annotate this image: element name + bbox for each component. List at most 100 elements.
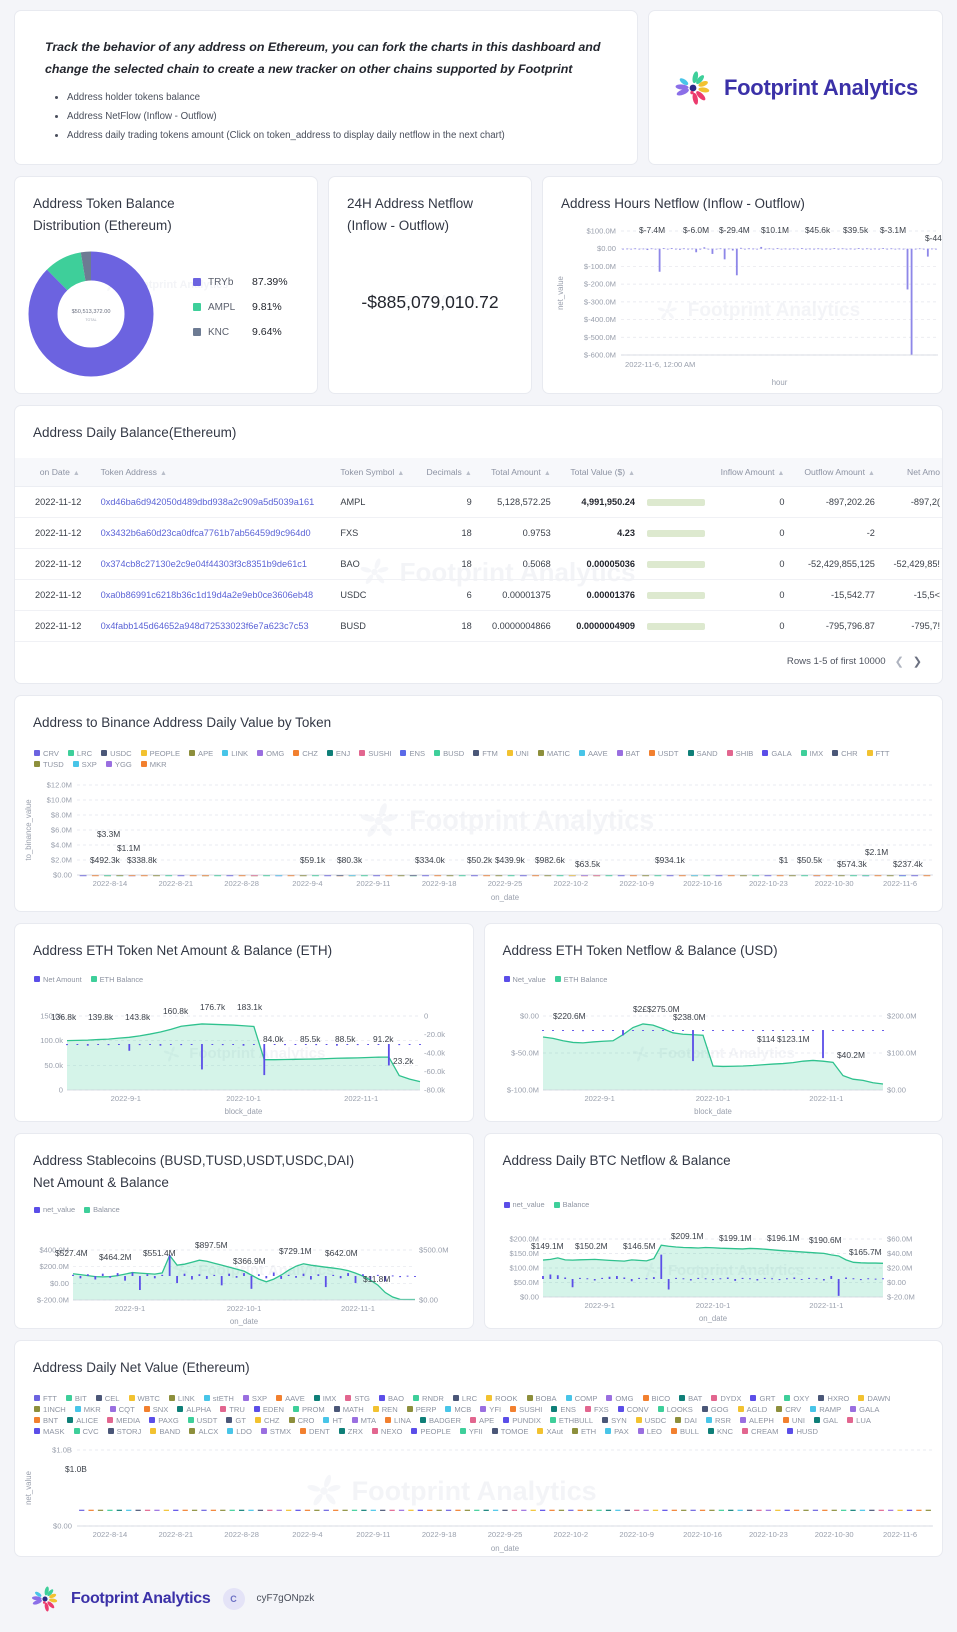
legend-item-imx[interactable]: IMX — [801, 749, 824, 758]
legend-item-cqt[interactable]: CQT — [110, 1405, 135, 1414]
th-token-symbol[interactable]: Token Symbol▲ — [332, 458, 415, 487]
legend-item-hxro[interactable]: HXRO — [818, 1394, 849, 1403]
legend-item-snx[interactable]: SNX — [144, 1405, 169, 1414]
token-address-link[interactable]: 0xa0b86991c6218b36c1d19d4a2e9eb0ce3606eb… — [93, 580, 333, 611]
th-total-amount[interactable]: Total Amount▲ — [480, 458, 559, 487]
legend-item-band[interactable]: BAND — [150, 1427, 180, 1436]
legend-item-bat[interactable]: BAT — [617, 749, 640, 758]
legend-item-ethbull[interactable]: ETHBULL — [550, 1416, 593, 1425]
legend-item-uni[interactable]: UNI — [507, 749, 529, 758]
legend-item-lrc[interactable]: LRC — [68, 749, 92, 758]
legend-item-tomoe[interactable]: TOMOE — [492, 1427, 529, 1436]
legend-item-badger[interactable]: BADGER — [420, 1416, 461, 1425]
avatar[interactable]: C — [223, 1588, 245, 1610]
legend-item-sxp[interactable]: SXP — [243, 1394, 267, 1403]
footer-logo[interactable]: Footprint Analytics — [30, 1584, 211, 1614]
legend-item-net_value[interactable]: net_value — [504, 1200, 545, 1209]
legend-item-paxg[interactable]: PAXG — [149, 1416, 179, 1425]
th-net-amount[interactable]: Net Amo — [883, 458, 942, 487]
legend-item-fxs[interactable]: FXS — [585, 1405, 609, 1414]
legend-item-ldo[interactable]: LDO — [227, 1427, 252, 1436]
legend-item-bit[interactable]: BIT — [66, 1394, 87, 1403]
legend-item-ens[interactable]: ENS — [400, 749, 425, 758]
legend-item-stmx[interactable]: STMX — [261, 1427, 291, 1436]
table-row[interactable]: 2022-11-120x374cb8c27130e2c9e04f44303f3c… — [15, 549, 942, 580]
legend-item-usdt[interactable]: USDT — [649, 749, 679, 758]
table-row[interactable]: 2022-11-120x4fabb145d64652a948d72533023f… — [15, 611, 942, 642]
legend-item-xaut[interactable]: XAut — [537, 1427, 562, 1436]
legend-item-eth[interactable]: ETH — [572, 1427, 596, 1436]
legend-item-balance[interactable]: Balance — [84, 1205, 120, 1214]
legend-item-lina[interactable]: LINA — [385, 1416, 411, 1425]
token-address-link[interactable]: 0x374cb8c27130e2c9e04f44303f3c8351b9de61… — [93, 549, 333, 580]
legend-item-husd[interactable]: HUSD — [787, 1427, 818, 1436]
token-address-link[interactable]: 0x4fabb145d64652a948d72533023f6e7a623c7c… — [93, 611, 333, 642]
legend-item-crv[interactable]: CRV — [34, 749, 59, 758]
legend-item-ampl[interactable]: AMPL 9.81% — [193, 301, 288, 313]
prev-page-button[interactable]: ❮ — [895, 655, 904, 668]
legend-item-alcx[interactable]: ALCX — [189, 1427, 218, 1436]
legend-item-yfi[interactable]: YFI — [480, 1405, 501, 1414]
legend-item-ape[interactable]: APE — [189, 749, 213, 758]
token-address-link[interactable]: 0xd46ba6d942050d489dbd938a2c909a5d5039a1… — [93, 487, 333, 518]
legend-item-boba[interactable]: BOBA — [527, 1394, 557, 1403]
legend-item-rsr[interactable]: RSR — [706, 1416, 731, 1425]
legend-item-alpha[interactable]: ALPHA — [177, 1405, 211, 1414]
th-total-value[interactable]: Total Value ($)▲ — [559, 458, 643, 487]
legend-item-omg[interactable]: OMG — [257, 749, 284, 758]
legend-item-people[interactable]: PEOPLE — [411, 1427, 450, 1436]
table-row[interactable]: 2022-11-120xd46ba6d942050d489dbd938a2c90… — [15, 487, 942, 518]
legend-item-usdc[interactable]: USDC — [636, 1416, 667, 1425]
legend-item-omg[interactable]: OMG — [606, 1394, 633, 1403]
legend-item-chr[interactable]: CHR — [832, 749, 857, 758]
legend-item-rndr[interactable]: RNDR — [413, 1394, 444, 1403]
legend-item-gt[interactable]: GT — [226, 1416, 246, 1425]
legend-item-gal[interactable]: GAL — [814, 1416, 838, 1425]
legend-item-mkr[interactable]: MKR — [75, 1405, 101, 1414]
legend-item-chz[interactable]: CHZ — [255, 1416, 280, 1425]
legend-item-cel[interactable]: CEL — [96, 1394, 120, 1403]
legend-item-ren[interactable]: REN — [373, 1405, 398, 1414]
legend-item-bull[interactable]: BULL — [671, 1427, 699, 1436]
legend-item-ftm[interactable]: FTM — [473, 749, 498, 758]
legend-item-eden[interactable]: EDEN — [254, 1405, 284, 1414]
legend-item-ens[interactable]: ENS — [551, 1405, 576, 1414]
legend-item-storj[interactable]: STORJ — [108, 1427, 142, 1436]
legend-item-pax[interactable]: PAX — [605, 1427, 629, 1436]
th-decimals[interactable]: Decimals▲ — [416, 458, 480, 487]
legend-item-stg[interactable]: STG — [345, 1394, 370, 1403]
legend-item-looks[interactable]: LOOKS — [658, 1405, 693, 1414]
legend-item-perp[interactable]: PERP — [407, 1405, 437, 1414]
legend-item-sushi[interactable]: SUSHI — [359, 749, 391, 758]
legend-item-bnt[interactable]: BNT — [34, 1416, 58, 1425]
legend-item-link[interactable]: LINK — [169, 1394, 195, 1403]
legend-item-enj[interactable]: ENJ — [327, 749, 350, 758]
next-page-button[interactable]: ❯ — [913, 655, 922, 668]
legend-item-usdc[interactable]: USDC — [101, 749, 132, 758]
legend-item-sxp[interactable]: SXP — [73, 760, 97, 769]
legend-item-media[interactable]: MEDIA — [107, 1416, 140, 1425]
legend-item-pundix[interactable]: PUNDIX — [503, 1416, 541, 1425]
legend-item-net_value[interactable]: net_value — [34, 1205, 75, 1214]
legend-item-cream[interactable]: CREAM — [742, 1427, 778, 1436]
legend-item-chz[interactable]: CHZ — [293, 749, 318, 758]
legend-item-dydx[interactable]: DYDX — [711, 1394, 741, 1403]
legend-item-wbtc[interactable]: WBTC — [129, 1394, 160, 1403]
legend-item-comp[interactable]: COMP — [566, 1394, 598, 1403]
legend-item-dent[interactable]: DENT — [300, 1427, 330, 1436]
legend-item-ramp[interactable]: RAMP — [810, 1405, 841, 1414]
legend-item-link[interactable]: LINK — [222, 749, 248, 758]
legend-item-sand[interactable]: SAND — [688, 749, 718, 758]
legend-item-ape[interactable]: APE — [470, 1416, 494, 1425]
legend-item-dawn[interactable]: DAWN — [858, 1394, 890, 1403]
legend-item-bat[interactable]: BAT — [679, 1394, 702, 1403]
th-inflow-amount[interactable]: Inflow Amount▲ — [709, 458, 792, 487]
legend-item-mkr[interactable]: MKR — [141, 760, 167, 769]
legend-item-knc[interactable]: KNC — [708, 1427, 733, 1436]
legend-item-cro[interactable]: CRO — [289, 1416, 315, 1425]
legend-item-tru[interactable]: TRU — [220, 1405, 245, 1414]
legend-item-lua[interactable]: LUA — [847, 1416, 871, 1425]
legend-item-crv[interactable]: CRV — [776, 1405, 801, 1414]
legend-item-prom[interactable]: PROM — [293, 1405, 325, 1414]
legend-item-aave[interactable]: AAVE — [579, 749, 608, 758]
